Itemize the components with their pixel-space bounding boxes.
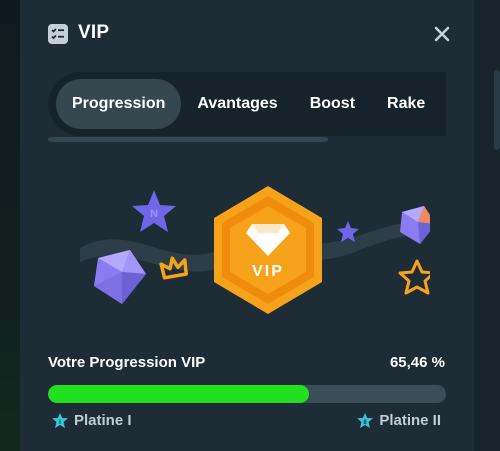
level-star-icon: I <box>52 412 68 428</box>
modal-header: VIP <box>20 0 474 68</box>
gem-right-icon <box>400 206 436 244</box>
backdrop-right <box>474 0 500 451</box>
modal-title: VIP <box>78 22 110 43</box>
page-scrollbar[interactable] <box>494 70 500 150</box>
progress-bar <box>48 385 446 403</box>
progress-value: 65,46 % <box>389 354 445 371</box>
svg-text:II: II <box>364 420 368 426</box>
tabs-scrollbar[interactable] <box>48 137 328 142</box>
close-icon <box>434 26 450 42</box>
tab-rake[interactable]: Rake <box>371 79 441 129</box>
level-current-label: Platine I <box>74 412 132 429</box>
checklist-icon <box>48 24 68 44</box>
tab-progression[interactable]: Progression <box>56 79 182 129</box>
tab-bar: Progression Avantages Boost Rake <box>48 72 446 136</box>
level-current: I Platine I <box>52 412 132 429</box>
star-badge-icon: N <box>132 190 176 232</box>
level-star-icon: II <box>357 412 374 428</box>
vip-badge-label: VIP <box>252 263 284 280</box>
backdrop-left <box>0 0 20 451</box>
progress-bar-fill <box>48 385 309 403</box>
tab-boost[interactable]: Boost <box>294 79 371 129</box>
tab-avantages[interactable]: Avantages <box>181 79 293 129</box>
star-outline-icon <box>398 259 436 295</box>
level-next: II Platine II <box>357 412 441 429</box>
level-next-label: Platine II <box>379 412 441 429</box>
svg-text:N: N <box>150 208 158 220</box>
vip-badge <box>214 186 322 314</box>
progress-label: Votre Progression VIP <box>48 354 206 371</box>
vip-modal: VIP Progression Avantages Boost Rake N V… <box>20 0 474 451</box>
tab-list: Progression Avantages Boost Rake <box>56 79 441 129</box>
close-button[interactable] <box>430 22 454 46</box>
vip-illustration: N VIP <box>70 180 436 320</box>
